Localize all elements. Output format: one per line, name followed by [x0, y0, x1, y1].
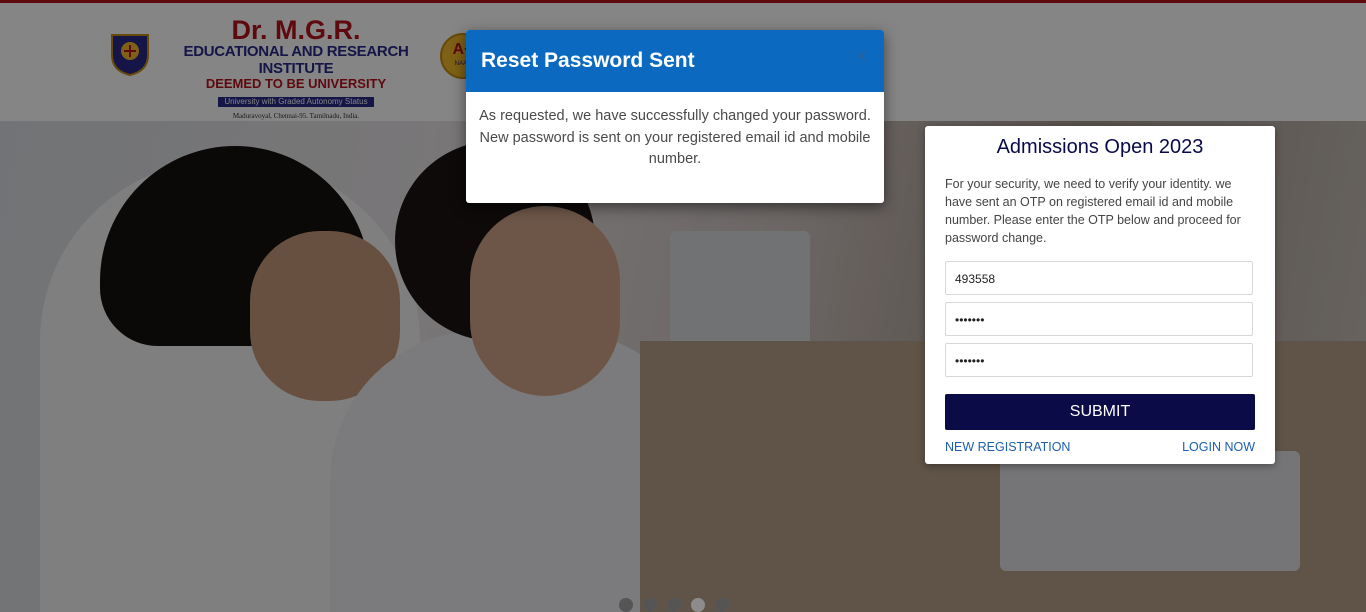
new-password-field[interactable]: •••••••: [945, 302, 1253, 336]
modal-title: Reset Password Sent: [481, 49, 695, 72]
admission-form-card: Admissions Open 2023 For your security, …: [925, 126, 1275, 464]
carousel-dot[interactable]: [619, 598, 633, 612]
close-icon[interactable]: ×: [856, 46, 867, 67]
modal-message: As requested, we have successfully chang…: [479, 108, 871, 167]
form-description: For your security, we need to verify you…: [945, 177, 1241, 245]
confirm-password-field[interactable]: •••••••: [945, 343, 1253, 377]
carousel-dot[interactable]: [643, 598, 657, 612]
modal-header: Reset Password Sent ×: [466, 30, 884, 92]
submit-button[interactable]: SUBMIT: [945, 394, 1255, 430]
login-now-link[interactable]: LOGIN NOW: [1182, 440, 1255, 454]
otp-field[interactable]: 493558: [945, 261, 1253, 295]
carousel-dot-active[interactable]: [691, 598, 705, 612]
form-title: Admissions Open 2023: [996, 136, 1204, 158]
carousel-dot[interactable]: [667, 598, 681, 612]
reset-password-modal: Reset Password Sent × As requested, we h…: [466, 30, 884, 203]
new-registration-link[interactable]: NEW REGISTRATION: [945, 440, 1070, 454]
carousel-dot[interactable]: [715, 598, 729, 612]
